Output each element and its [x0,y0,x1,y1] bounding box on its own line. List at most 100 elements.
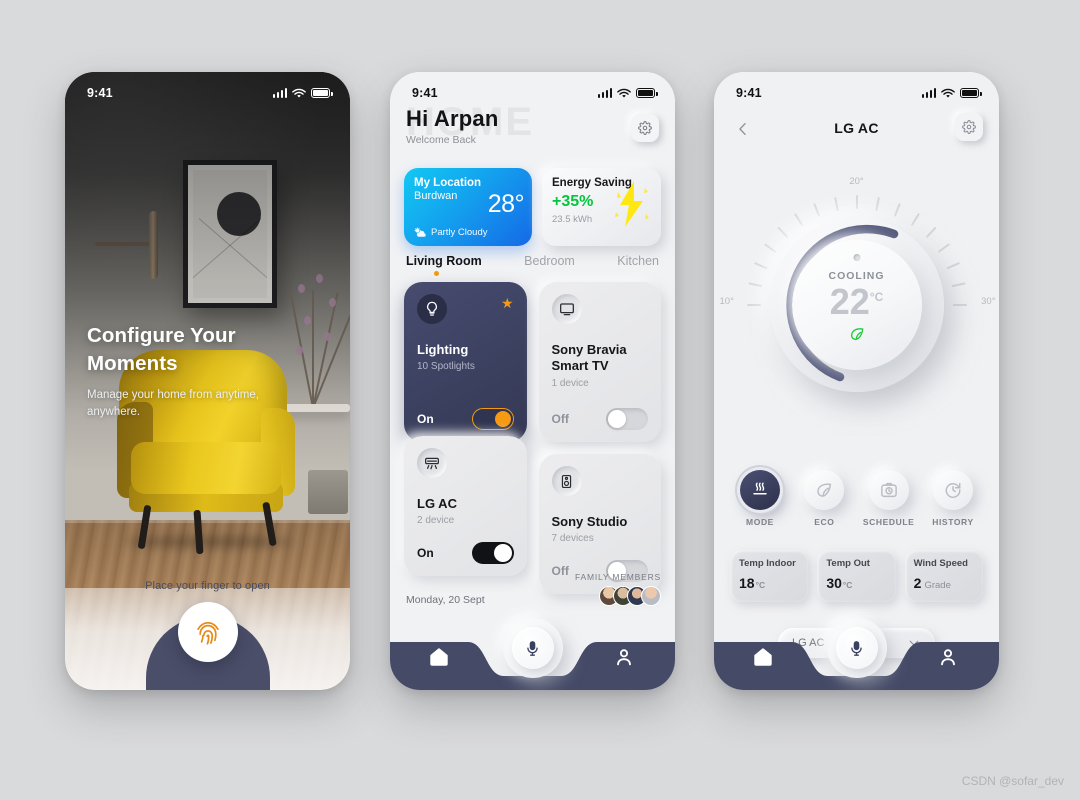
device-name: Sony Bravia Smart TV [552,342,649,375]
summary-cards-row: My Location Burdwan 28° Partly Cloudy En… [404,168,661,246]
battery-icon [636,88,658,98]
stats-row: Temp Indoor 18°C Temp Out 30°C Wind Spee… [730,550,983,602]
air-conditioner-icon [425,457,439,470]
stat-number: 30 [826,575,842,591]
tv-icon [559,303,574,316]
tv-icon-wrap [551,294,582,324]
energy-saving-card[interactable]: Energy Saving +35% 23.5 kWh [542,168,661,246]
home-icon[interactable] [428,646,452,670]
favorite-star-icon[interactable]: ★ [501,295,514,312]
location-weather-card[interactable]: My Location Burdwan 28° Partly Cloudy [404,168,532,246]
mode-button-mode[interactable]: MODE [732,470,788,527]
hero-title-line2: Moments [87,351,178,375]
schedule-camera-icon-wrap [868,470,909,510]
family-members-label: FAMILY MEMBERS [575,572,661,582]
device-card-sony-bravia[interactable]: Sony Bravia Smart TV 1 device Off [538,282,661,442]
tab-kitchen[interactable]: Kitchen [617,254,659,276]
voice-button-inner [835,627,878,669]
weather-condition: Partly Cloudy [414,227,488,238]
wifi-icon [617,88,631,98]
device-card-lg-ac[interactable]: LG AC 2 device On [404,436,527,576]
wifi-icon [941,88,955,98]
profile-icon[interactable] [937,646,961,670]
stat-value: 18°C [739,575,799,591]
status-bar: 9:41 [390,72,675,106]
welcome-subtitle: Welcome Back [406,134,476,146]
hero-subtitle: Manage your home from anytime, anywhere. [87,389,259,419]
gear-icon [638,121,652,135]
mode-button-history[interactable]: HISTORY [925,470,981,527]
signal-icon [921,88,936,98]
device-state: On [417,412,434,426]
stat-unit: Grade [924,580,951,591]
dashboard-body: 9:41 HOME Hi Arpan Welcome Back My Locat… [390,72,675,690]
device-state: Off [551,412,569,426]
device-sub: 2 device [417,515,455,527]
status-icons [921,88,982,99]
weather-condition-label: Partly Cloudy [431,227,488,238]
location-card-title: My Location [414,177,482,189]
mode-button-schedule[interactable]: SCHEDULE [861,470,917,527]
stat-card-temp-out: Temp Out 30°C [817,550,896,602]
settings-button[interactable] [955,113,983,141]
onboarding-hero: Configure Your Moments Manage your home … [87,322,307,421]
battery-icon [960,88,982,98]
heat-waves-icon [753,482,767,495]
status-icons [597,88,658,99]
dial-temperature: 22°C [830,283,884,320]
voice-button[interactable] [826,618,887,678]
voice-button-inner [511,627,554,669]
stat-key: Temp Out [826,558,870,569]
profile-icon[interactable] [613,646,637,670]
settings-button[interactable] [631,114,659,142]
device-card-lighting[interactable]: ★ Lighting 10 Spotlights On [404,282,527,442]
dial-label-mid: 20° [849,176,864,187]
device-name: LG AC [417,496,457,511]
avatar[interactable] [641,586,661,606]
stat-card-temp-indoor: Temp Indoor 18°C [730,550,809,602]
microphone-icon [851,640,862,656]
hero-title: Configure Your Moments [87,322,307,377]
dial-knob-inner: COOLING 22°C [791,240,922,370]
mode-button-eco[interactable]: ECO [796,470,852,527]
stat-value: 2 Grade [914,575,974,591]
device-name-line2: Smart TV [551,358,609,374]
stat-value: 30°C [826,575,886,591]
home-icon[interactable] [752,646,776,670]
phone-lock-screen: 9:41 Configure Your Moments Manage your … [65,72,350,690]
tab-living-room[interactable]: Living Room [406,254,482,276]
mode-button-label: HISTORY [932,517,974,527]
dial-label-max: 30° [981,296,996,307]
device-toggle[interactable] [606,408,648,430]
speaker-icon [561,474,572,488]
device-name-line1: Sony Bravia [551,342,627,357]
voice-button[interactable] [502,618,563,678]
history-clock-icon [945,482,961,498]
device-toggle[interactable] [471,542,514,564]
phone-ac-detail: 9:41 LG AC 20° 10° 30° COOLING 22°C MODE… [714,72,999,690]
family-members[interactable]: FAMILY MEMBERS [575,572,661,606]
battery-icon [311,88,333,98]
heat-waves-icon-wrap [740,470,780,510]
device-state: On [417,546,434,560]
device-sub: 7 devices [551,533,594,545]
signal-icon [272,88,287,98]
dial-temperature-unit: °C [869,289,884,304]
unlock-zone: Place your finger to open [65,562,350,690]
status-icons [272,88,333,99]
speaker-icon-wrap [551,466,582,496]
partly-cloudy-icon [414,227,426,237]
device-toggle[interactable] [471,408,514,430]
device-grid: ★ Lighting 10 Spotlights On Sony Bravia … [404,282,661,594]
mode-button-label: SCHEDULE [862,517,915,527]
fingerprint-button[interactable] [177,602,238,662]
status-time: 9:41 [87,86,113,100]
tab-bedroom[interactable]: Bedroom [524,254,575,276]
greeting-block: Hi Arpan Welcome Back [406,106,498,146]
temperature-dial[interactable]: 20° 10° 30° COOLING 22°C [720,176,996,420]
schedule-camera-icon [880,482,897,498]
lightbulb-icon-wrap [417,294,447,324]
dial-indicator-dot [853,254,860,261]
location-temperature: 28° [487,190,525,218]
gear-icon [962,120,976,134]
